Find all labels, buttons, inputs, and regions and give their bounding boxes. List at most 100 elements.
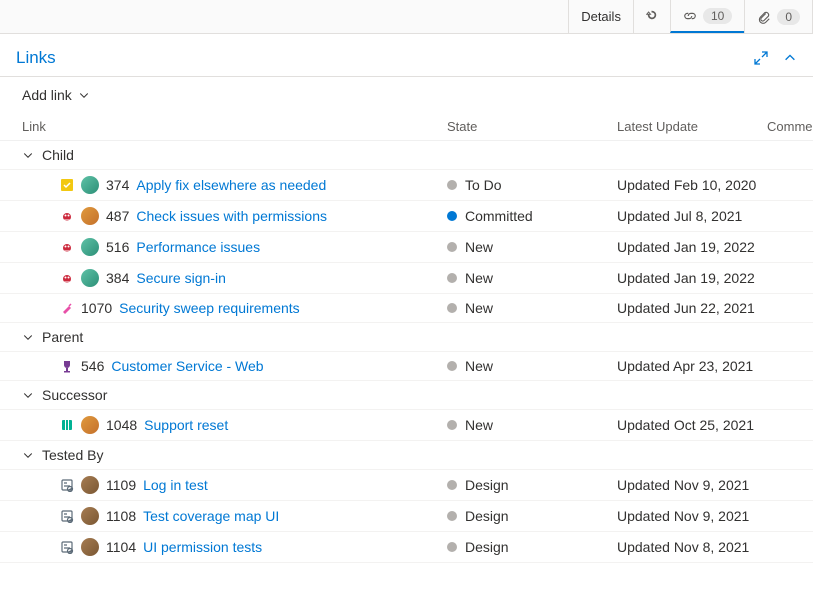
work-item-id: 546 [81,358,104,374]
col-header-comments: Comments [767,119,813,134]
latest-update: Updated Jan 19, 2022 [617,239,767,255]
broom-icon [60,301,74,315]
state-label: Design [465,477,509,493]
group-header[interactable]: Parent [0,323,813,352]
test-icon [60,540,74,554]
work-item-title-link[interactable]: Performance issues [136,239,260,255]
latest-update: Updated Jul 8, 2021 [617,208,767,224]
state-label: Committed [465,208,533,224]
book-icon [60,418,74,432]
state-label: Design [465,508,509,524]
avatar [81,538,99,556]
state-dot-icon [447,273,457,283]
group-header[interactable]: Child [0,141,813,170]
work-item-title-link[interactable]: Support reset [144,417,228,433]
chevron-down-icon [78,89,90,101]
table-row[interactable]: 546 Customer Service - Web New Updated Apr … [0,352,813,381]
state-dot-icon [447,211,457,221]
state-dot-icon [447,361,457,371]
state-dot-icon [447,511,457,521]
avatar [81,269,99,287]
table-header: Link State Latest Update Comments [0,113,813,141]
table-row[interactable]: 516 Performance issues New Updated Jan 19, … [0,232,813,263]
latest-update: Updated Apr 23, 2021 [617,358,767,374]
state-label: New [465,358,493,374]
table-row[interactable]: 1108Test coverage map UIDesignUpdated No… [0,501,813,532]
latest-update: Updated Jan 19, 2022 [617,270,767,286]
state-dot-icon [447,180,457,190]
group-header[interactable]: Successor [0,381,813,410]
group-name: Tested By [42,447,103,463]
tab-details[interactable]: Details [568,0,633,33]
table-row[interactable]: 1070Security sweep requirementsNewUpdate… [0,294,813,323]
state-dot-icon [447,303,457,313]
chevron-down-icon [22,389,34,401]
avatar [81,507,99,525]
state-dot-icon [447,542,457,552]
expand-icon[interactable] [753,50,769,66]
bug-icon [60,271,74,285]
link-icon [683,9,697,23]
task-icon [60,178,74,192]
work-item-title-link[interactable]: Customer Service - Web [111,358,263,374]
attachments-count-badge: 0 [777,9,800,25]
group-header[interactable]: Tested By [0,441,813,470]
work-item-id: 1104 [106,539,136,555]
group-name: Child [42,147,74,163]
latest-update: Updated Oct 25, 2021 [617,417,767,433]
state-label: New [465,239,493,255]
group-name: Parent [42,329,83,345]
latest-update: Updated Feb 10, 2020 [617,177,767,193]
work-item-title-link[interactable]: Check issues with permissions [136,208,327,224]
work-item-title-link[interactable]: Apply fix elsewhere as needed [136,177,326,193]
history-icon [646,9,658,24]
table-row[interactable]: 384 Secure sign-in New Updated Jan 19, 2022 [0,263,813,294]
work-item-id: 1109 [106,477,136,493]
trophy-icon [60,359,74,373]
state-dot-icon [447,480,457,490]
state-label: New [465,270,493,286]
chevron-down-icon [22,449,34,461]
work-item-id: 516 [106,239,129,255]
collapse-icon[interactable] [783,51,797,65]
work-item-id: 1108 [106,508,136,524]
chevron-down-icon [22,149,34,161]
col-header-link: Link [22,119,447,134]
top-tab-bar: Details 10 0 [0,0,813,34]
latest-update: Updated Jun 22, 2021 [617,300,767,316]
latest-update: Updated Nov 9, 2021 [617,477,767,493]
table-row[interactable]: 1048Support resetNewUpdated Oct 25, 2021 [0,410,813,441]
links-table-body: Child 374Apply fix elsewhere as neededTo … [0,141,813,563]
work-item-title-link[interactable]: UI permission tests [143,539,262,555]
latest-update: Updated Nov 8, 2021 [617,539,767,555]
work-item-title-link[interactable]: Log in test [143,477,208,493]
table-row[interactable]: 374Apply fix elsewhere as neededTo DoUpd… [0,170,813,201]
work-item-title-link[interactable]: Secure sign-in [136,270,226,286]
avatar [81,476,99,494]
test-icon [60,478,74,492]
group-name: Successor [42,387,107,403]
avatar [81,207,99,225]
work-item-title-link[interactable]: Security sweep requirements [119,300,300,316]
work-item-id: 1048 [106,417,137,433]
work-item-id: 384 [106,270,129,286]
links-count-badge: 10 [703,8,732,24]
bug-icon [60,240,74,254]
work-item-id: 487 [106,208,129,224]
tab-links[interactable]: 10 [670,0,744,33]
avatar [81,238,99,256]
section-title: Links [16,48,56,68]
chevron-down-icon [22,331,34,343]
state-label: New [465,300,493,316]
table-row[interactable]: 1109 Log in test Design Updated Nov 9, 2021 [0,470,813,501]
avatar [81,176,99,194]
work-item-title-link[interactable]: Test coverage map UI [143,508,279,524]
tab-history[interactable] [633,0,670,33]
table-row[interactable]: 487 Check issues with permissions Committe… [0,201,813,232]
bug-icon [60,209,74,223]
table-row[interactable]: 1104UI permission testsDesignUpdated Nov… [0,532,813,563]
add-link-label: Add link [22,87,72,103]
tab-attachments[interactable]: 0 [744,0,813,33]
col-header-state: State [447,119,617,134]
add-link-button[interactable]: Add link [0,77,813,113]
